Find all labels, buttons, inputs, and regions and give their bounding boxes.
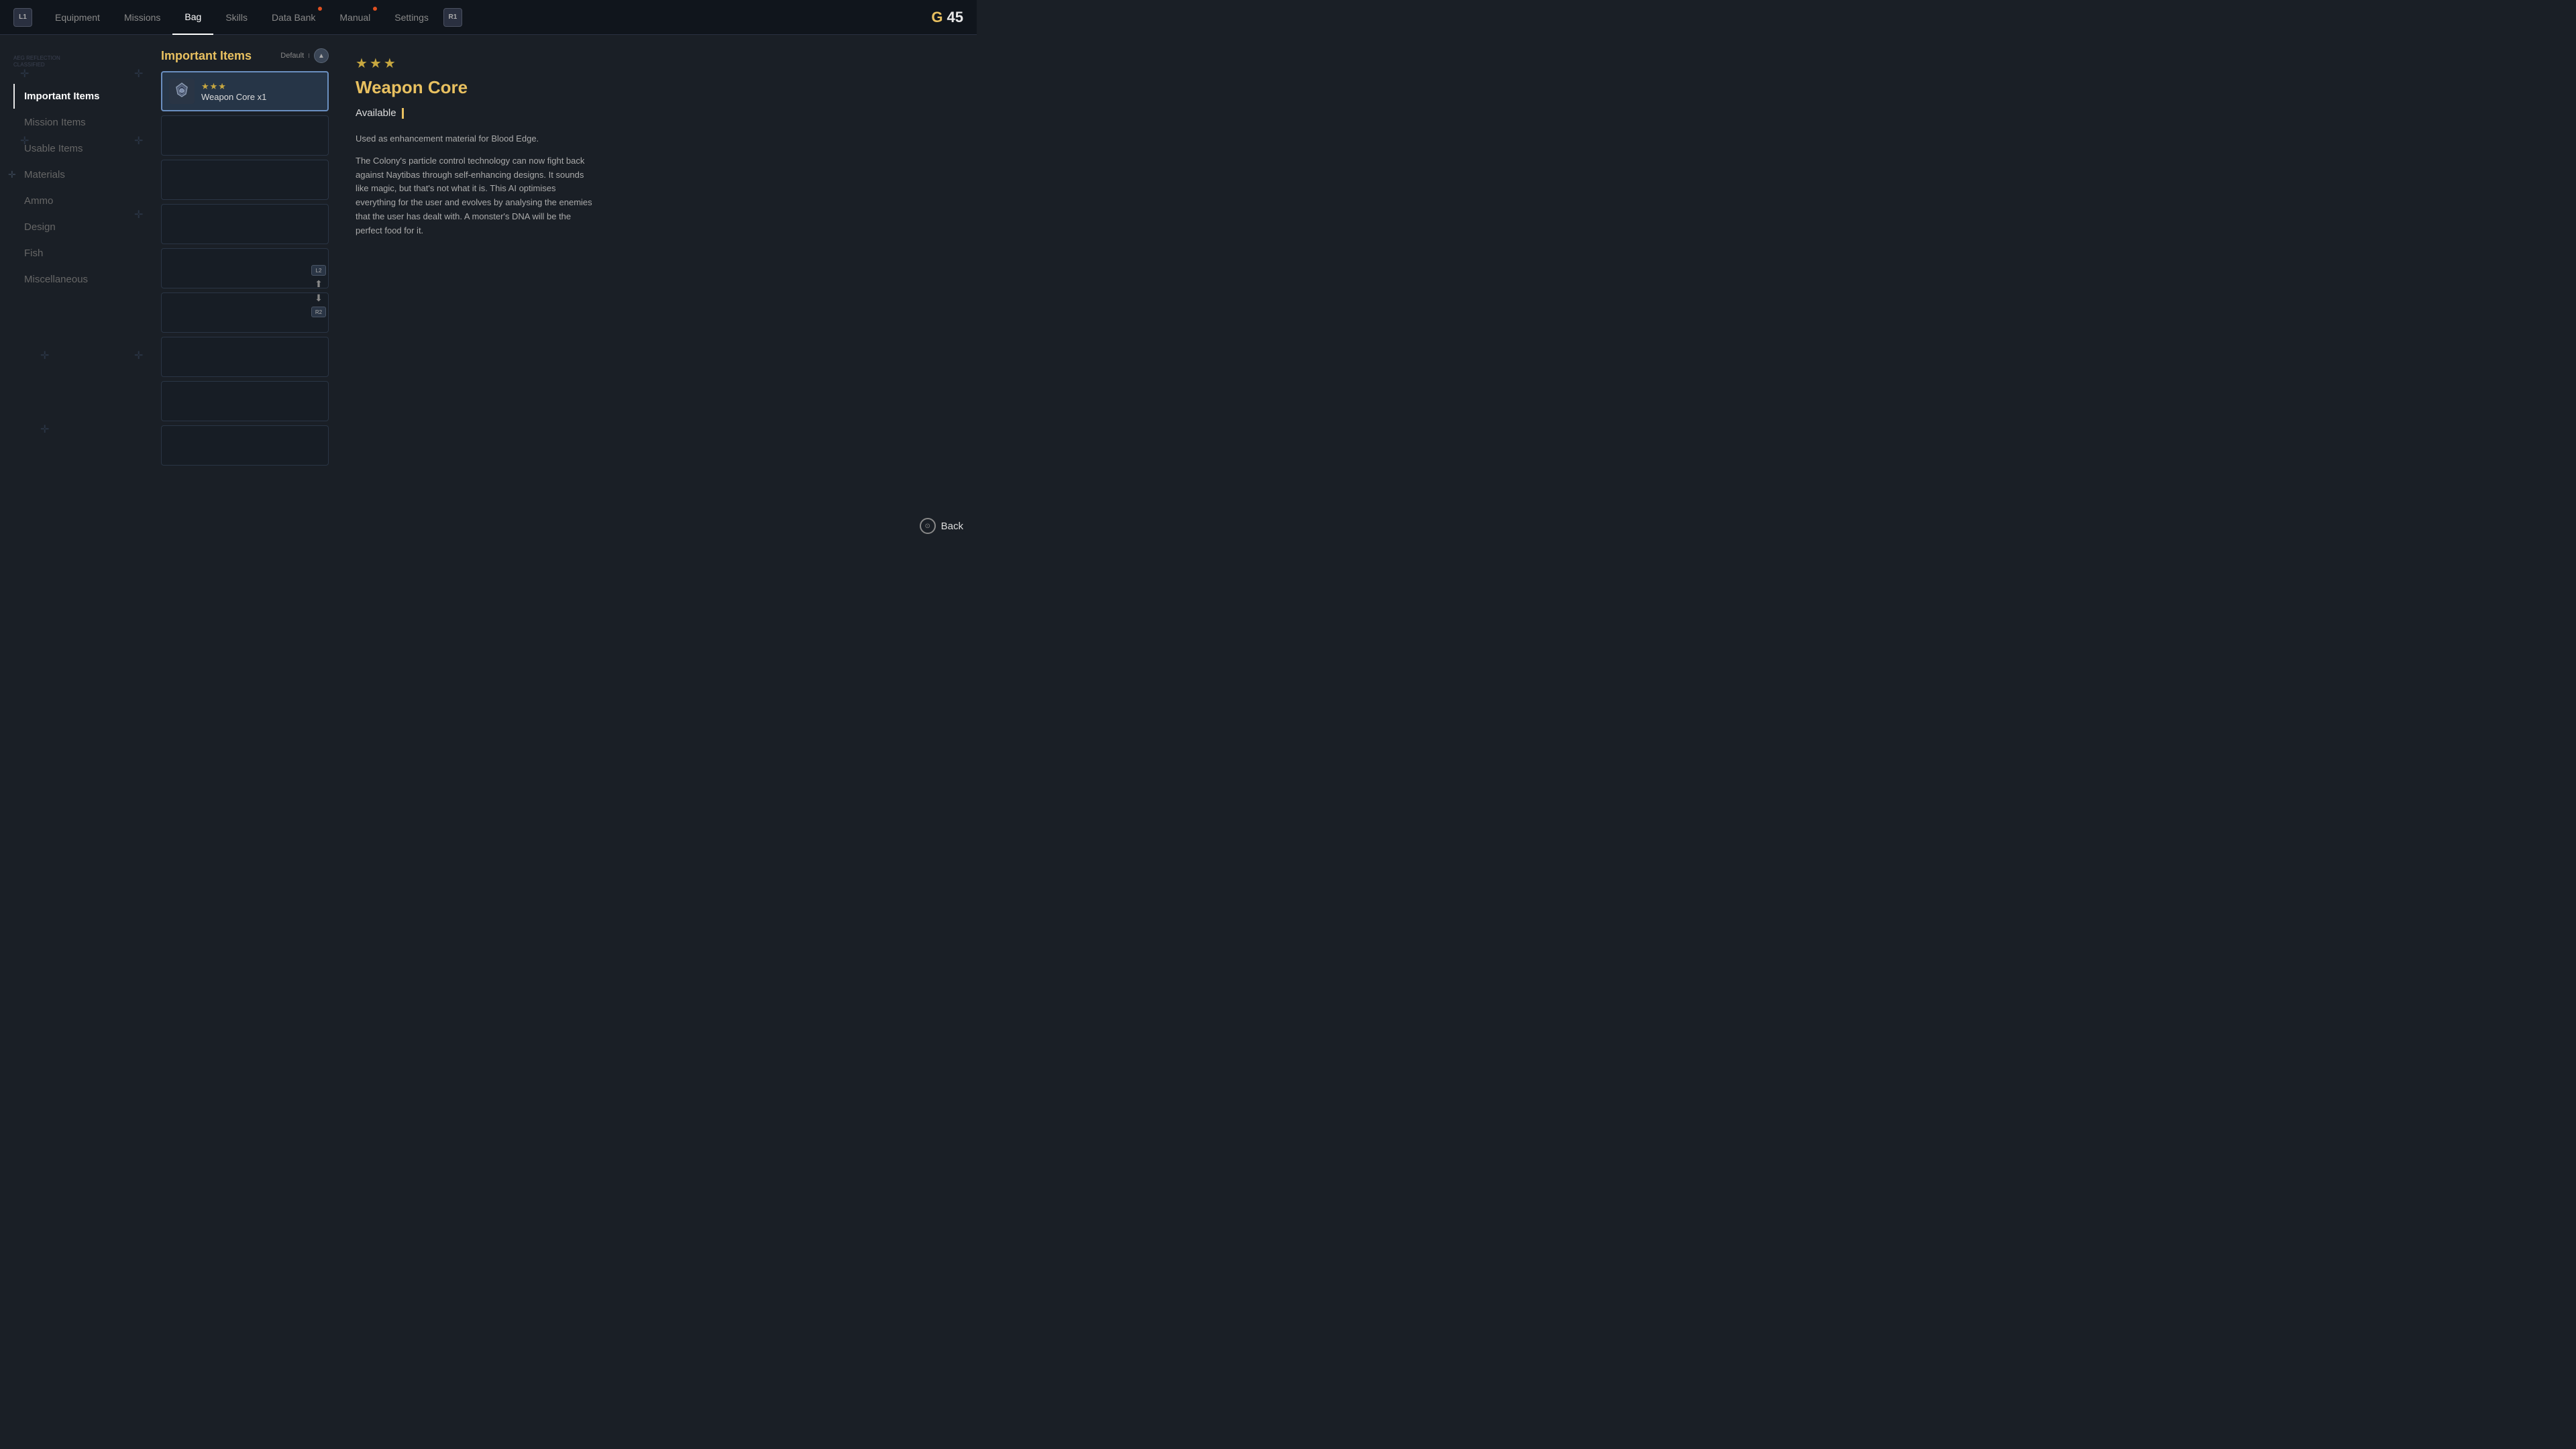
items-list-title: Important Items [161, 49, 252, 63]
items-list-panel: Important Items Default ⁝ ▲ ★★★ Weapon C… [148, 35, 335, 547]
back-circle-icon: ⊙ [920, 518, 936, 534]
weapon-core-icon [169, 78, 195, 104]
detail-panel: ★★★ Weapon Core Available Used as enhanc… [335, 35, 977, 547]
nav-manual[interactable]: Manual [327, 0, 382, 35]
nav-settings[interactable]: Settings [382, 0, 441, 35]
nav-missions[interactable]: Missions [112, 0, 172, 35]
detail-desc-short: Used as enhancement material for Blood E… [356, 132, 597, 146]
detail-desc-long: The Colony's particle control technology… [356, 154, 597, 238]
weapon-core-name: Weapon Core x1 [201, 92, 321, 102]
nav-bag[interactable]: Bag [172, 0, 213, 35]
sidebar-logo: AEG REFLECTION CLASSIFIED [13, 55, 148, 69]
availability-label: Available [356, 107, 396, 119]
sidebar-item-miscellaneous[interactable]: Miscellaneous [13, 267, 148, 292]
scroll-down-badge: R2 [311, 307, 326, 317]
weapon-core-stars: ★★★ [201, 81, 321, 92]
scroll-down-arrow: ⬇ [315, 292, 323, 304]
item-slot-weapon-core[interactable]: ★★★ Weapon Core x1 [161, 71, 329, 111]
main-content: AEG REFLECTION CLASSIFIED Important Item… [0, 35, 977, 547]
scroll-up-arrow: ⬆ [315, 278, 323, 290]
item-slot-5[interactable] [161, 248, 329, 288]
items-list-header: Important Items Default ⁝ ▲ [161, 48, 329, 63]
r1-badge: R1 [443, 8, 462, 27]
sidebar: AEG REFLECTION CLASSIFIED Important Item… [0, 35, 148, 547]
availability-bar [402, 108, 404, 119]
item-slot-3[interactable] [161, 160, 329, 200]
l1-badge: L1 [13, 8, 32, 27]
currency-display: G 45 [931, 9, 963, 26]
sidebar-item-design[interactable]: Design [13, 215, 148, 239]
back-label: Back [941, 521, 963, 532]
sidebar-item-ammo[interactable]: Ammo [13, 189, 148, 213]
detail-stars: ★★★ [356, 55, 957, 72]
detail-title: Weapon Core [356, 77, 957, 98]
scroll-indicators: L2 ⬆ ⬇ R2 [311, 265, 326, 317]
item-slot-9[interactable] [161, 425, 329, 466]
sidebar-item-important[interactable]: Important Items [13, 84, 148, 109]
sort-label: Default [280, 52, 304, 60]
back-button[interactable]: ⊙ Back [920, 518, 963, 534]
nav-skills[interactable]: Skills [213, 0, 260, 35]
scroll-up-badge: L2 [311, 265, 326, 276]
nav-databank[interactable]: Data Bank [260, 0, 327, 35]
item-slot-6[interactable] [161, 292, 329, 333]
currency-symbol: G [931, 9, 943, 26]
databank-dot [318, 7, 322, 11]
sort-triangle-button[interactable]: ▲ [314, 48, 329, 63]
sidebar-item-mission[interactable]: Mission Items [13, 110, 148, 135]
item-slot-8[interactable] [161, 381, 329, 421]
detail-availability: Available [356, 107, 957, 119]
weapon-core-info: ★★★ Weapon Core x1 [201, 81, 321, 102]
top-navigation: L1 Equipment Missions Bag Skills Data Ba… [0, 0, 977, 35]
item-slot-4[interactable] [161, 204, 329, 244]
item-slot-2[interactable] [161, 115, 329, 156]
detail-description: Used as enhancement material for Blood E… [356, 132, 597, 238]
manual-dot [373, 7, 377, 11]
sidebar-item-materials[interactable]: ✛ Materials [13, 162, 148, 187]
currency-value: 45 [947, 9, 963, 26]
sidebar-item-fish[interactable]: Fish [13, 241, 148, 266]
items-sort[interactable]: Default ⁝ ▲ [280, 48, 329, 63]
nav-equipment[interactable]: Equipment [43, 0, 112, 35]
item-slot-7[interactable] [161, 337, 329, 377]
sidebar-item-usable[interactable]: Usable Items [13, 136, 148, 161]
